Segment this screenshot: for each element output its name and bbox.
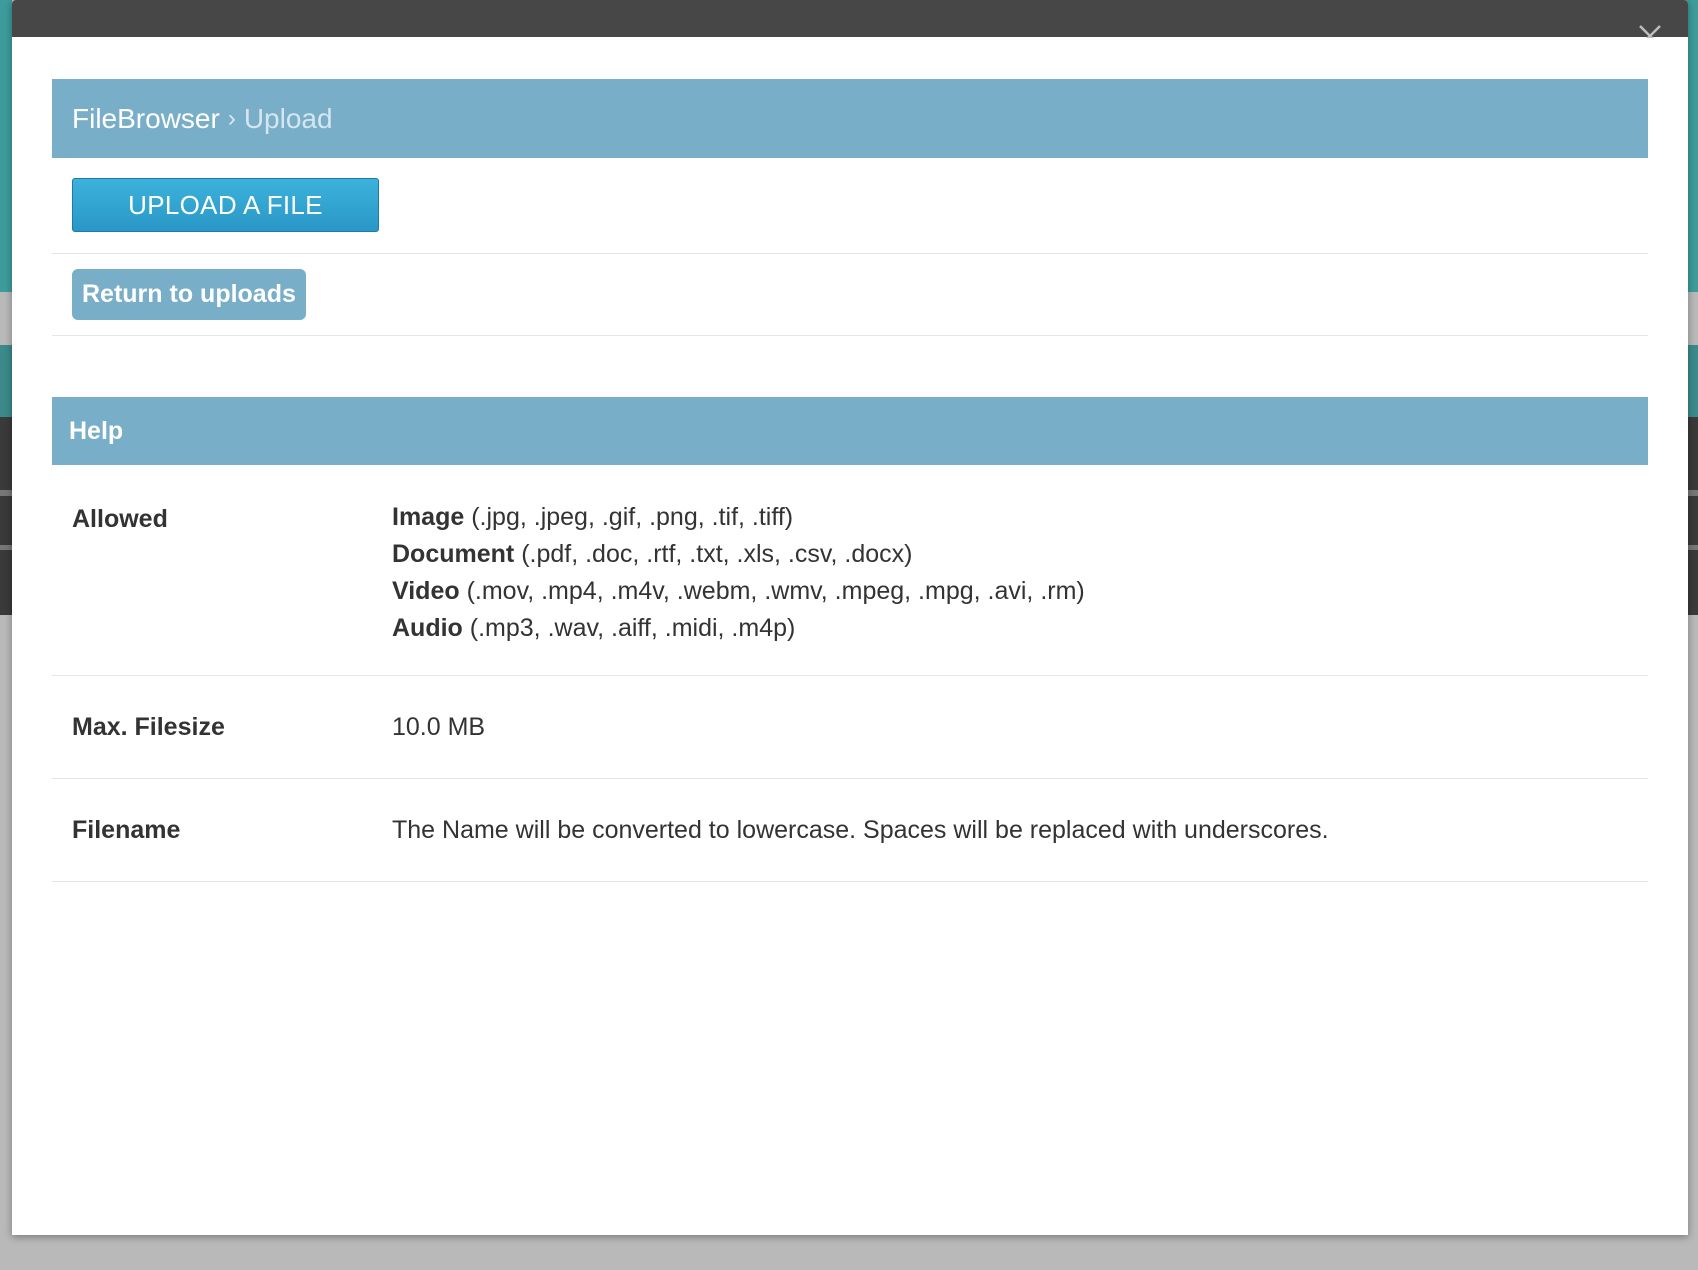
allowed-type-image: Image (.jpg, .jpeg, .gif, .png, .tif, .t… <box>392 503 794 531</box>
modal-content: FileBrowser › Upload UPLOAD A FILE Retur… <box>52 79 1648 882</box>
filename-label: Filename <box>72 815 181 844</box>
max-filesize-value: 10.0 MB <box>392 712 486 741</box>
allowed-label: Allowed <box>72 505 168 533</box>
help-header: Help <box>52 397 1648 465</box>
breadcrumb: FileBrowser › Upload <box>52 79 1648 158</box>
upload-modal: FileBrowser › Upload UPLOAD A FILE Retur… <box>12 0 1688 1235</box>
background-dark-left <box>0 417 12 615</box>
upload-file-button[interactable]: UPLOAD A FILE <box>72 178 379 232</box>
background-stripe <box>0 490 12 496</box>
breadcrumb-root-link[interactable]: FileBrowser <box>72 103 220 135</box>
filename-value: The Name will be converted to lowercase.… <box>392 815 1329 844</box>
background-stripe <box>0 545 12 550</box>
allowed-type-audio: Audio (.mp3, .wav, .aiff, .midi, .m4p) <box>392 614 796 642</box>
background-header-left <box>0 0 12 292</box>
return-row: Return to uploads <box>52 254 1648 336</box>
return-to-uploads-button[interactable]: Return to uploads <box>72 269 306 320</box>
background-band-left <box>0 345 12 417</box>
breadcrumb-current: Upload <box>243 102 333 134</box>
upload-row: UPLOAD A FILE <box>52 158 1648 254</box>
help-row-filename: Filename The Name will be converted to l… <box>52 779 1648 882</box>
help-row-allowed: Allowed Image (.jpg, .jpeg, .gif, .png, … <box>52 465 1648 676</box>
allowed-type-document: Document (.pdf, .doc, .rtf, .txt, .xls, … <box>392 540 913 568</box>
allowed-type-video: Video (.mov, .mp4, .m4v, .webm, .wmv, .m… <box>392 577 1085 605</box>
help-row-max-filesize: Max. Filesize 10.0 MB <box>52 676 1648 779</box>
breadcrumb-separator: › <box>227 104 236 132</box>
max-filesize-label: Max. Filesize <box>72 712 225 741</box>
allowed-types: Image (.jpg, .jpeg, .gif, .png, .tif, .t… <box>392 499 1648 675</box>
close-icon[interactable] <box>1636 22 1664 38</box>
modal-titlebar <box>12 0 1688 38</box>
